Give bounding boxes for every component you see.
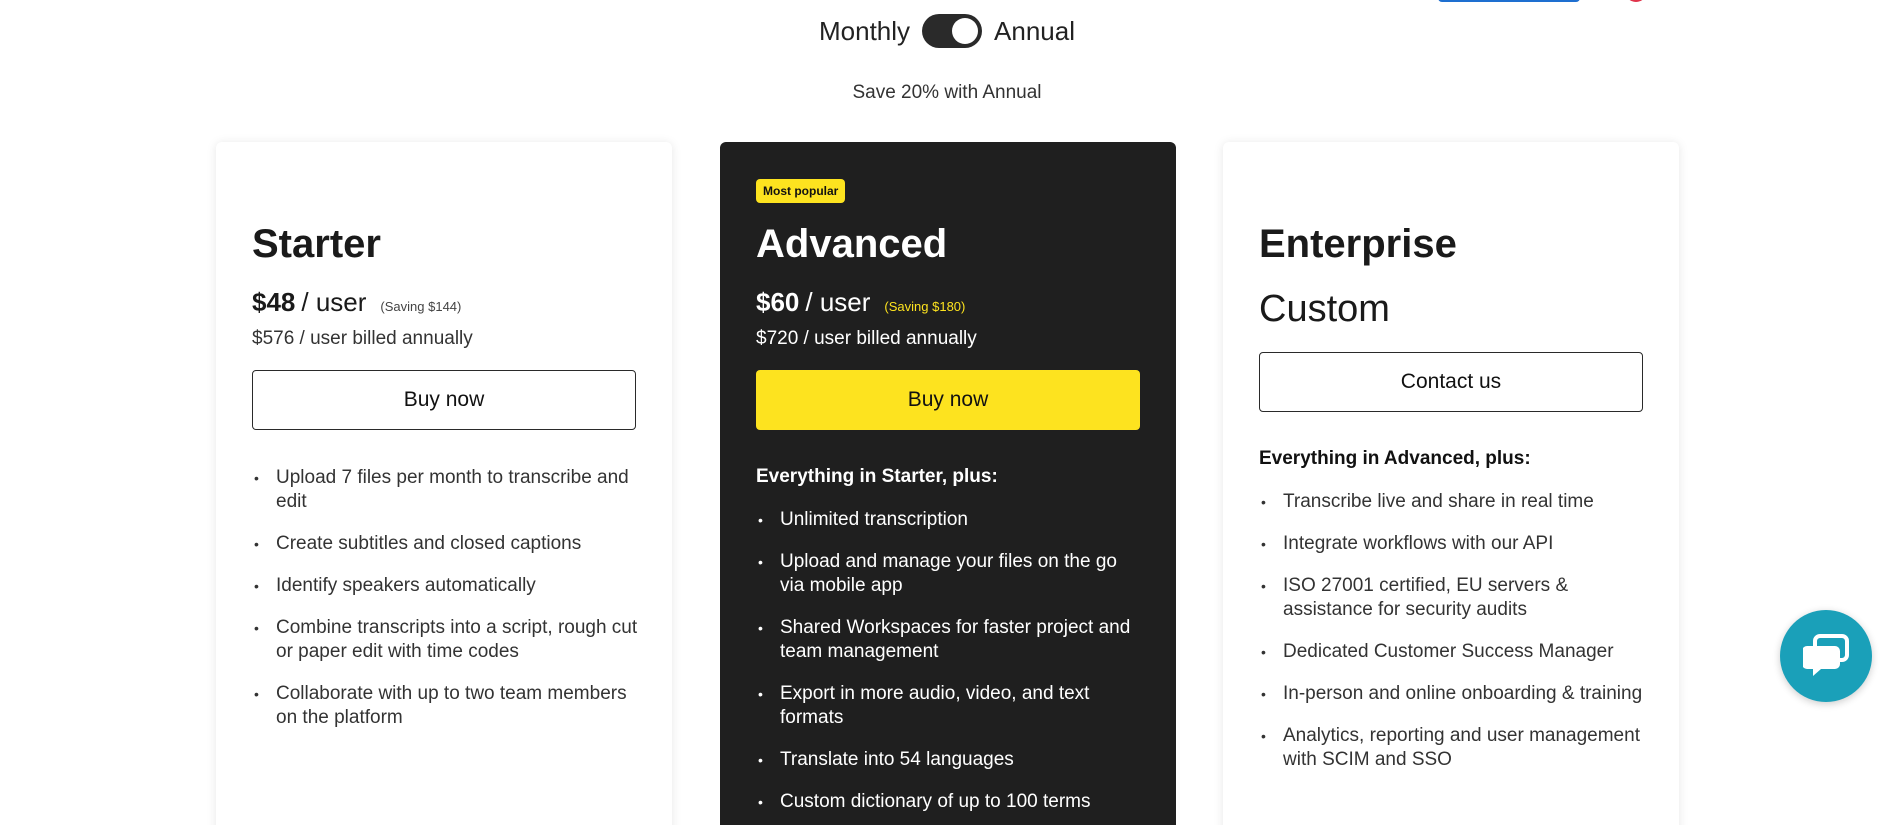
- list-item: • Collaborate with up to two team members…: [254, 683, 627, 728]
- features-heading: Everything in Advanced, plus:: [1259, 448, 1531, 469]
- bullet-icon: •: [758, 752, 763, 768]
- price: $48: [252, 287, 296, 317]
- buy-now-button[interactable]: Buy now: [252, 370, 636, 430]
- billing-toggle-row: Monthly Annual: [0, 14, 1894, 48]
- chat-launcher-button[interactable]: [1780, 610, 1872, 702]
- feature-list: • Unlimited transcription • Upload and man…: [756, 508, 1146, 825]
- feature-list: • Upload 7 files per month to transcribe …: [252, 466, 642, 748]
- bullet-icon: •: [758, 620, 763, 636]
- header-avatar-partial[interactable]: [1625, 0, 1647, 2]
- list-item: • In-person and online onboarding & train…: [1261, 683, 1643, 704]
- save-note: Save 20% with Annual: [852, 82, 1042, 103]
- price-row: $60 / user (Saving $180): [756, 287, 965, 318]
- bullet-icon: •: [1261, 644, 1266, 660]
- plan-name: Advanced: [756, 222, 948, 266]
- bullet-icon: •: [1261, 686, 1266, 702]
- list-item: • Export in more audio, video, and text f…: [758, 683, 1090, 728]
- bullet-icon: •: [254, 686, 259, 702]
- contact-us-button[interactable]: Contact us: [1259, 352, 1643, 412]
- list-item: • Combine transcripts into a script, roug…: [254, 617, 638, 662]
- bullet-icon: •: [254, 536, 259, 552]
- list-item: • Upload 7 files per month to transcribe …: [254, 467, 629, 512]
- price: $60: [756, 287, 800, 317]
- bullet-icon: •: [254, 470, 259, 486]
- bullet-icon: •: [254, 620, 259, 636]
- list-item: • Analytics, reporting and user managemen…: [1261, 725, 1640, 770]
- bullet-icon: •: [1261, 578, 1266, 594]
- list-item: • Unlimited transcription: [758, 509, 968, 530]
- monthly-label[interactable]: Monthly: [819, 16, 910, 47]
- custom-price: Custom: [1259, 288, 1390, 330]
- list-item: • ISO 27001 certified, EU servers & assis…: [1261, 575, 1569, 620]
- list-item: • Translate into 54 languages: [758, 749, 1014, 770]
- bullet-icon: •: [1261, 536, 1266, 552]
- bullet-icon: •: [1261, 728, 1266, 744]
- price-row: $48 / user (Saving $144): [252, 287, 461, 318]
- buy-now-button[interactable]: Buy now: [756, 370, 1140, 430]
- plan-card-enterprise: Enterprise Custom Contact us Everything …: [1223, 142, 1679, 825]
- bullet-icon: •: [758, 554, 763, 570]
- saving-note: (Saving $180): [884, 299, 966, 314]
- list-item: • Transcribe live and share in real time: [1261, 491, 1594, 512]
- plan-name: Enterprise: [1259, 222, 1457, 266]
- chat-bubble-icon: [1803, 634, 1849, 676]
- switch-knob: [952, 18, 979, 44]
- list-item: • Upload and manage your files on the go …: [758, 551, 1117, 596]
- plan-card-starter: Starter $48 / user (Saving $144) $576 / …: [216, 142, 672, 825]
- saving-note: (Saving $144): [380, 299, 462, 314]
- most-popular-badge: Most popular: [756, 179, 846, 203]
- price-unit: / user: [301, 287, 367, 317]
- features-heading: Everything in Starter, plus:: [756, 466, 998, 487]
- list-item: • Dedicated Customer Success Manager: [1261, 641, 1614, 662]
- billed-note: $576 / user billed annually: [252, 328, 473, 349]
- list-item: • Integrate workflows with our API: [1261, 533, 1554, 554]
- bullet-icon: •: [254, 578, 259, 594]
- header-button-partial[interactable]: [1438, 0, 1580, 2]
- plan-card-advanced: Most popular Advanced $60 / user (Saving…: [720, 142, 1176, 825]
- billing-switch[interactable]: [922, 14, 983, 48]
- list-item: • Custom dictionary of up to 100 terms: [758, 791, 1091, 812]
- annual-label[interactable]: Annual: [994, 16, 1075, 47]
- billed-note: $720 / user billed annually: [756, 328, 977, 349]
- list-item: • Identify speakers automatically: [254, 575, 536, 596]
- price-unit: / user: [805, 287, 871, 317]
- feature-list: • Transcribe live and share in real time …: [1259, 490, 1649, 790]
- list-item: • Shared Workspaces for faster project an…: [758, 617, 1131, 662]
- bullet-icon: •: [758, 512, 763, 528]
- bullet-icon: •: [1261, 494, 1266, 510]
- bullet-icon: •: [758, 686, 763, 702]
- bullet-icon: •: [758, 794, 763, 810]
- list-item: • Create subtitles and closed captions: [254, 533, 582, 554]
- plan-name: Starter: [252, 222, 381, 266]
